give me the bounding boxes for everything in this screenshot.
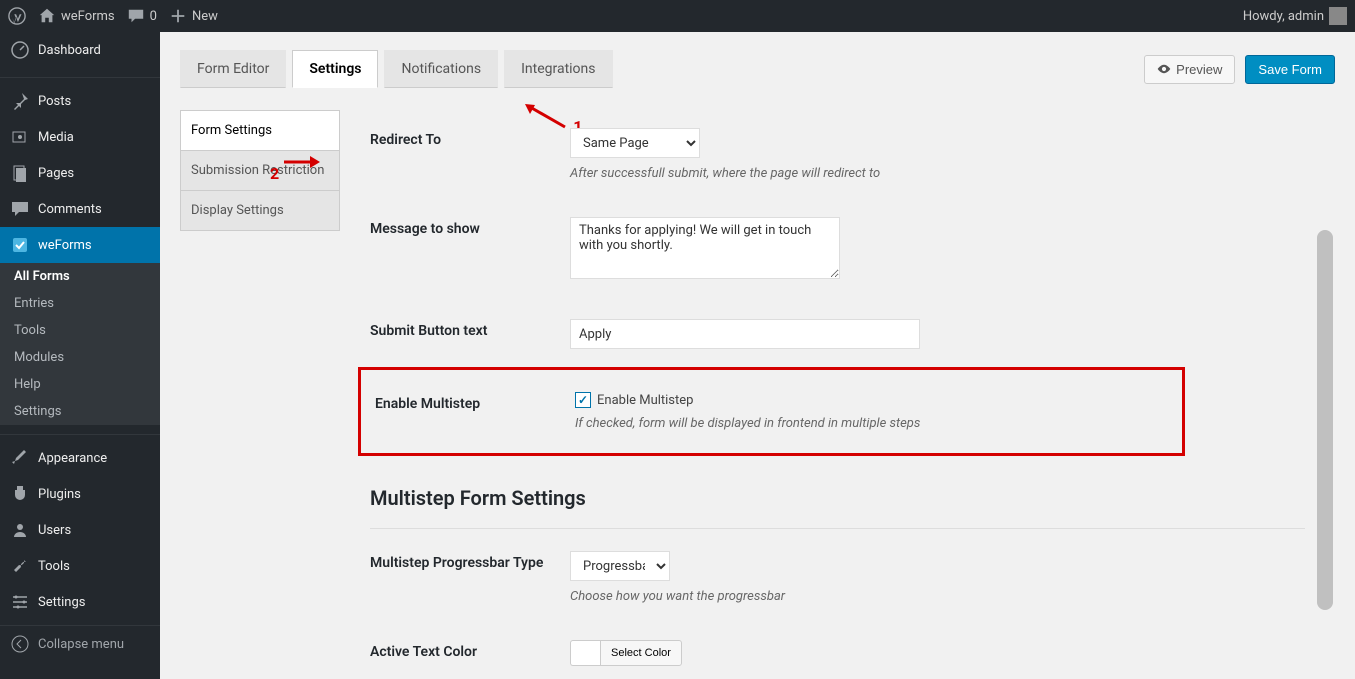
save-form-button[interactable]: Save Form xyxy=(1245,55,1335,84)
avatar xyxy=(1329,7,1347,25)
admin-sidebar: Dashboard Posts Media Pages Comments weF… xyxy=(0,32,160,679)
enable-multistep-check-label: Enable Multistep xyxy=(597,393,693,408)
sidebar-item-plugins[interactable]: Plugins xyxy=(0,476,160,512)
sidebar-sub-entries[interactable]: Entries xyxy=(0,290,160,317)
progressbar-type-select[interactable]: Progressbar xyxy=(570,551,670,581)
collapse-menu[interactable]: Collapse menu xyxy=(0,625,160,662)
submit-text-input[interactable] xyxy=(570,319,920,349)
progressbar-type-label: Multistep Progressbar Type xyxy=(370,551,570,571)
form-settings-panel: Redirect To Same Page After successfull … xyxy=(340,110,1335,670)
submit-text-label: Submit Button text xyxy=(370,319,570,339)
speech-icon xyxy=(127,7,145,25)
eye-icon xyxy=(1157,62,1171,76)
pages-icon xyxy=(10,163,30,183)
tab-integrations[interactable]: Integrations xyxy=(504,50,612,88)
plus-icon xyxy=(169,7,187,25)
sidebar-item-comments[interactable]: Comments xyxy=(0,191,160,227)
wp-logo[interactable] xyxy=(8,7,26,25)
wrench-icon xyxy=(10,556,30,576)
redirect-to-select[interactable]: Same Page xyxy=(570,128,700,158)
redirect-to-desc: After successfull submit, where the page… xyxy=(570,166,1305,181)
media-icon xyxy=(10,127,30,147)
tab-settings[interactable]: Settings xyxy=(292,50,378,88)
sidebar-item-appearance[interactable]: Appearance xyxy=(0,440,160,476)
scrollbar[interactable] xyxy=(1317,230,1333,610)
plug-icon xyxy=(10,484,30,504)
users-icon xyxy=(10,520,30,540)
collapse-icon xyxy=(10,634,30,654)
howdy-user[interactable]: Howdy, admin xyxy=(1243,7,1347,25)
side-tab-submission-restriction[interactable]: Submission Restriction xyxy=(180,150,340,190)
admin-bar: weForms 0 New Howdy, admin xyxy=(0,0,1355,32)
sidebar-item-posts[interactable]: Posts xyxy=(0,83,160,119)
sidebar-sub-all-forms[interactable]: All Forms xyxy=(0,263,160,290)
message-textarea[interactable]: Thanks for applying! We will get in touc… xyxy=(570,217,840,279)
comments-link[interactable]: 0 xyxy=(127,7,157,25)
highlight-enable-multistep: Enable Multistep Enable Multistep If che… xyxy=(358,367,1185,456)
sidebar-sub-tools[interactable]: Tools xyxy=(0,317,160,344)
new-content-link[interactable]: New xyxy=(169,7,218,25)
enable-multistep-label: Enable Multistep xyxy=(375,392,575,412)
weforms-icon xyxy=(10,235,30,255)
redirect-to-label: Redirect To xyxy=(370,128,570,148)
active-text-color-label: Active Text Color xyxy=(370,640,570,660)
sidebar-item-tools[interactable]: Tools xyxy=(0,548,160,584)
brush-icon xyxy=(10,448,30,468)
sidebar-item-pages[interactable]: Pages xyxy=(0,155,160,191)
side-tab-form-settings[interactable]: Form Settings xyxy=(180,110,340,150)
sidebar-item-weforms[interactable]: weForms xyxy=(0,227,160,263)
comments-icon xyxy=(10,199,30,219)
editor-tabs: Form Editor Settings Notifications Integ… xyxy=(180,50,613,88)
sidebar-item-settings[interactable]: Settings xyxy=(0,584,160,620)
main-content: 1 2 Form Editor Settings Notifications I… xyxy=(160,32,1355,679)
dashboard-icon xyxy=(10,40,30,60)
sidebar-sub-help[interactable]: Help xyxy=(0,371,160,398)
enable-multistep-checkbox[interactable] xyxy=(575,392,591,408)
enable-multistep-desc: If checked, form will be displayed in fr… xyxy=(575,416,1168,431)
multistep-heading: Multistep Form Settings xyxy=(370,456,1305,529)
message-label: Message to show xyxy=(370,217,570,237)
home-icon xyxy=(38,7,56,25)
sidebar-item-dashboard[interactable]: Dashboard xyxy=(0,32,160,68)
preview-button[interactable]: Preview xyxy=(1144,55,1235,84)
sliders-icon xyxy=(10,592,30,612)
tab-notifications[interactable]: Notifications xyxy=(384,50,498,88)
tab-form-editor[interactable]: Form Editor xyxy=(180,50,286,88)
select-color-button[interactable]: Select Color xyxy=(600,640,682,666)
settings-side-tabs: Form Settings Submission Restriction Dis… xyxy=(180,110,340,670)
sidebar-item-media[interactable]: Media xyxy=(0,119,160,155)
pin-icon xyxy=(10,91,30,111)
sidebar-sub-settings[interactable]: Settings xyxy=(0,398,160,425)
progressbar-type-desc: Choose how you want the progressbar xyxy=(570,589,1305,604)
side-tab-display-settings[interactable]: Display Settings xyxy=(180,190,340,231)
wordpress-icon xyxy=(8,7,26,25)
sidebar-item-users[interactable]: Users xyxy=(0,512,160,548)
site-home-link[interactable]: weForms xyxy=(38,7,115,25)
sidebar-sub-modules[interactable]: Modules xyxy=(0,344,160,371)
color-swatch[interactable] xyxy=(570,640,600,666)
